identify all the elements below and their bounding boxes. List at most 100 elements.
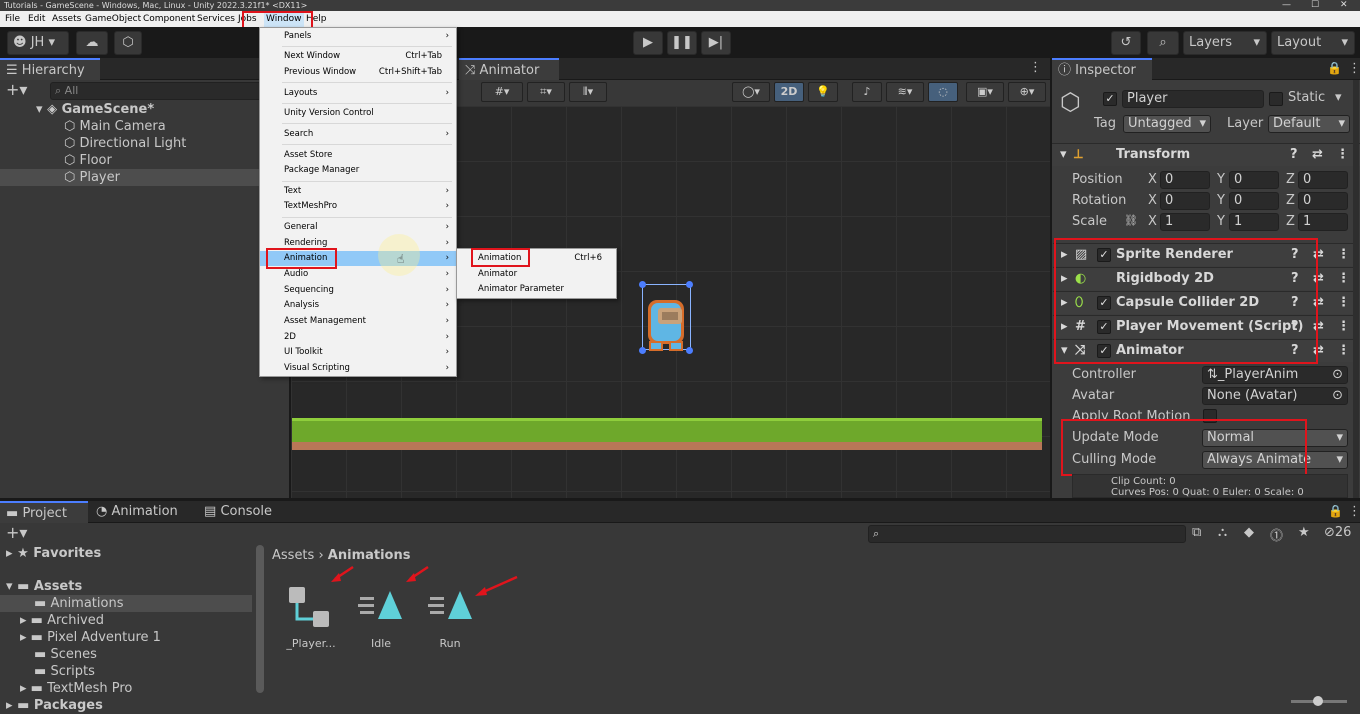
- close-icon[interactable]: ✕: [1340, 0, 1348, 11]
- scale-y-field[interactable]: 1: [1229, 213, 1279, 231]
- menu-gameobject[interactable]: GameObject: [85, 11, 141, 27]
- account-button[interactable]: ☻ JH ▾: [7, 31, 69, 55]
- tab-project[interactable]: ▬ Project: [0, 501, 88, 523]
- preset-icon[interactable]: ⇄: [1313, 244, 1324, 266]
- lock-icon[interactable]: 🔒: [1328, 504, 1343, 518]
- lock-icon[interactable]: 🔒: [1327, 61, 1342, 75]
- handle-icon[interactable]: [686, 281, 693, 288]
- culling-mode-dropdown[interactable]: Always Animate ▾: [1202, 451, 1348, 469]
- grid-snap-icon[interactable]: #▾: [481, 82, 523, 102]
- help-icon[interactable]: ?: [1291, 340, 1299, 362]
- tab-animation[interactable]: ◔ Animation: [90, 501, 190, 523]
- scale-z-field[interactable]: 1: [1298, 213, 1348, 231]
- menu-item-text[interactable]: Text ›: [260, 184, 456, 199]
- scene-row[interactable]: ▾ ◈ GameScene*: [36, 101, 289, 118]
- folder-item[interactable]: ▬ Scripts: [34, 663, 95, 680]
- animator-component-header[interactable]: ▾ ⤨ ✓ Animator ? ⇄ ⋮: [1053, 339, 1353, 362]
- breadcrumb-animations[interactable]: Animations: [328, 548, 411, 563]
- menu-item-panels[interactable]: Panels ›: [260, 29, 456, 44]
- packages-row[interactable]: ▸ ▬ Packages: [6, 697, 103, 714]
- maximize-icon[interactable]: ☐: [1311, 0, 1319, 11]
- static-checkbox[interactable]: [1269, 92, 1283, 106]
- folder-item[interactable]: ▸ ▬ Archived: [20, 612, 104, 629]
- sprite-renderer-header[interactable]: ▸ ▨ ✓ Sprite Renderer ? ⇄ ⋮: [1053, 243, 1353, 266]
- menu-file[interactable]: File: [5, 11, 20, 27]
- rigidbody-2d-header[interactable]: ▸ ◐ Rigidbody 2D ? ⇄ ⋮: [1053, 267, 1353, 290]
- inspector-scrollbar[interactable]: [1353, 80, 1359, 498]
- rotation-z-field[interactable]: 0: [1298, 192, 1348, 210]
- menu-item-general[interactable]: General ›: [260, 220, 456, 235]
- menu-item-2d[interactable]: 2D ›: [260, 330, 456, 345]
- menu-item-rendering[interactable]: Rendering ›: [260, 236, 456, 251]
- menu-services[interactable]: Services: [197, 11, 235, 27]
- help-icon[interactable]: ?: [1291, 292, 1299, 314]
- menu-item-unity-version-control[interactable]: Unity Version Control: [260, 106, 456, 121]
- transform-header[interactable]: ▾ ⟂ Transform ? ⇄ ⋮: [1052, 143, 1360, 166]
- cloud-icon[interactable]: ☁: [76, 31, 108, 55]
- menu-item-ui-toolkit[interactable]: UI Toolkit ›: [260, 345, 456, 360]
- preset-icon[interactable]: ⇄: [1313, 316, 1324, 338]
- effects-icon[interactable]: ≋▾: [886, 82, 924, 102]
- help-icon[interactable]: ?: [1291, 316, 1299, 338]
- folder-item[interactable]: ▸ ▬ TextMesh Pro: [20, 680, 132, 697]
- menu-jobs[interactable]: Jobs: [238, 11, 257, 27]
- kebab-menu-icon[interactable]: ⋮: [1348, 61, 1360, 76]
- link-icon[interactable]: ⛓: [1124, 214, 1138, 227]
- avatar-field[interactable]: None (Avatar) ⊙: [1202, 387, 1348, 405]
- tree-scrollbar[interactable]: [256, 545, 264, 693]
- list-item[interactable]: ⬡ Directional Light: [64, 135, 186, 152]
- controller-field[interactable]: ⇅_PlayerAnim ⊙: [1202, 366, 1348, 384]
- kebab-menu-icon[interactable]: ⋮: [1348, 504, 1360, 519]
- tab-inspector[interactable]: ⓘ Inspector: [1052, 58, 1152, 80]
- component-enabled-checkbox[interactable]: ✓: [1097, 320, 1111, 334]
- mode-2d-button[interactable]: 2D: [774, 82, 804, 102]
- add-icon[interactable]: +▾: [6, 523, 27, 542]
- active-checkbox[interactable]: ✓: [1103, 92, 1117, 106]
- kebab-menu-icon[interactable]: ⋮: [1337, 340, 1350, 362]
- project-search-input[interactable]: ⌕: [868, 525, 1186, 543]
- list-item[interactable]: ⬡ Main Camera: [64, 118, 166, 135]
- kebab-menu-icon[interactable]: ⋮: [1337, 268, 1350, 290]
- kebab-menu-icon[interactable]: ⋮: [1029, 60, 1042, 75]
- component-enabled-checkbox[interactable]: ✓: [1097, 296, 1111, 310]
- tag-dropdown[interactable]: Untagged ▾: [1123, 115, 1211, 133]
- zoom-slider-handle[interactable]: [1313, 696, 1323, 706]
- preset-icon[interactable]: ⇄: [1313, 292, 1324, 314]
- component-enabled-checkbox[interactable]: ✓: [1097, 248, 1111, 262]
- increment-snap-icon[interactable]: ⌗▾: [527, 82, 565, 102]
- tab-hierarchy[interactable]: ☰ Hierarchy: [0, 58, 100, 80]
- menu-item-sequencing[interactable]: Sequencing ›: [260, 283, 456, 298]
- menu-item-layouts[interactable]: Layouts ›: [260, 86, 456, 101]
- preset-icon[interactable]: ⇄: [1312, 144, 1323, 166]
- layer-dropdown[interactable]: Default ▾: [1268, 115, 1350, 133]
- position-x-field[interactable]: 0: [1160, 171, 1210, 189]
- minimize-icon[interactable]: —: [1282, 0, 1291, 11]
- preset-icon[interactable]: ⇄: [1313, 340, 1324, 362]
- draw-mode-icon[interactable]: ◯▾: [732, 82, 770, 102]
- position-z-field[interactable]: 0: [1298, 171, 1348, 189]
- history-icon[interactable]: ↺: [1111, 31, 1141, 55]
- object-name-input[interactable]: Player: [1122, 90, 1264, 108]
- menu-item-visual-scripting[interactable]: Visual Scripting ›: [260, 361, 456, 376]
- menu-item-textmeshpro[interactable]: TextMeshPro ›: [260, 199, 456, 214]
- menu-component[interactable]: Component: [143, 11, 195, 27]
- handle-icon[interactable]: [639, 281, 646, 288]
- menu-item-asset-store[interactable]: Asset Store: [260, 148, 456, 163]
- layers-dropdown[interactable]: Layers ▾: [1183, 31, 1267, 55]
- add-icon[interactable]: +▾: [6, 80, 27, 99]
- play-button[interactable]: ▶: [633, 31, 663, 55]
- folder-item[interactable]: ▸ ▬ Pixel Adventure 1: [20, 629, 161, 646]
- menu-item-package-manager[interactable]: Package Manager: [260, 163, 456, 178]
- help-icon[interactable]: ?: [1291, 268, 1299, 290]
- apply-root-motion-checkbox[interactable]: [1203, 409, 1217, 423]
- menu-item-asset-management[interactable]: Asset Management ›: [260, 314, 456, 329]
- log-icon[interactable]: ⓵: [1270, 525, 1283, 544]
- label-filter-icon[interactable]: ◆: [1244, 525, 1254, 540]
- gizmos-icon[interactable]: ⊕▾: [1008, 82, 1046, 102]
- rotation-x-field[interactable]: 0: [1160, 192, 1210, 210]
- list-item[interactable]: ⬡ Floor: [64, 152, 112, 169]
- favorites-row[interactable]: ▸ ★ Favorites: [6, 545, 101, 562]
- search-icon[interactable]: ⌕: [1147, 31, 1179, 55]
- kebab-menu-icon[interactable]: ⋮: [1337, 316, 1350, 338]
- menu-item-search[interactable]: Search ›: [260, 127, 456, 142]
